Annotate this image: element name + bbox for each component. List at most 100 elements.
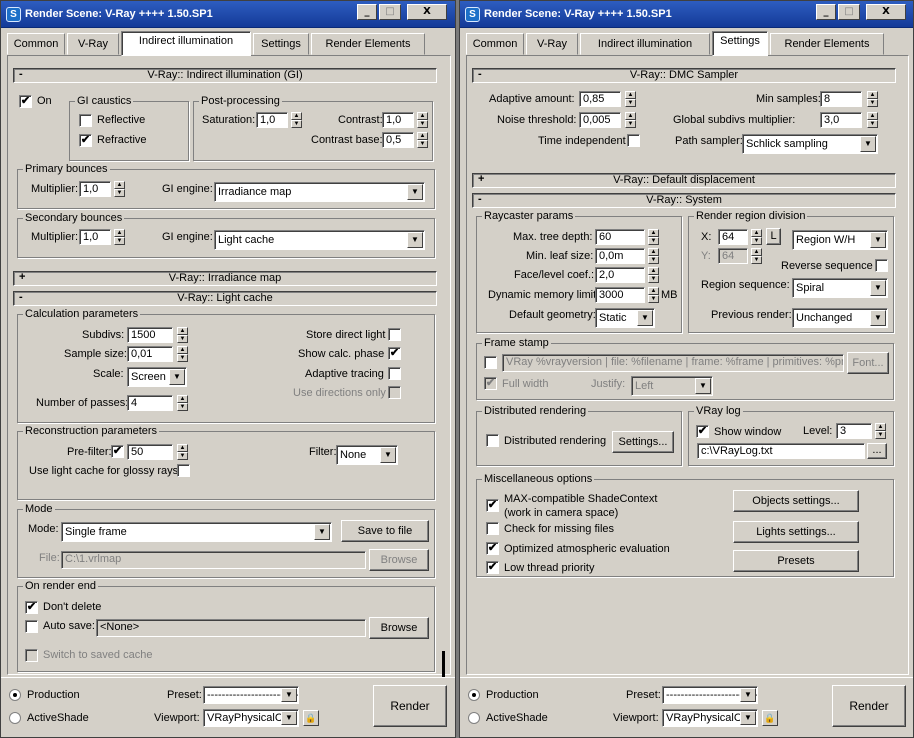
region-x-spinner[interactable]: ▲ ▼ (751, 229, 762, 246)
secondary-multiplier-input[interactable]: 1,0 (79, 229, 111, 245)
previous-render-select[interactable]: Unchanged ▼ (792, 308, 888, 328)
gi-on-checkbox[interactable]: ✔ (19, 95, 32, 108)
log-file-input[interactable]: c:\VRayLog.txt (697, 443, 865, 459)
memory-limit-spinner[interactable]: ▲ ▼ (648, 287, 659, 304)
lock-icon[interactable]: 🔒 (303, 710, 319, 726)
auto-save-checkbox[interactable] (25, 620, 38, 633)
sample-size-spinner[interactable]: ▲ ▼ (177, 346, 188, 363)
saturation-input[interactable]: 1,0 (256, 112, 288, 128)
tab-vray[interactable]: V-Ray (67, 33, 119, 55)
adaptive-tracing-checkbox[interactable] (388, 367, 401, 380)
preset-select[interactable]: ------------------------- ▼ (203, 686, 299, 704)
filter-select[interactable]: None ▼ (336, 445, 398, 465)
low-thread-checkbox[interactable]: ✔ (486, 561, 499, 574)
production-radio[interactable] (468, 689, 480, 701)
frame-stamp-input[interactable]: VRay %vrayversion | file: %filename | fr… (502, 354, 844, 372)
minimize-button[interactable]: _ (816, 4, 836, 20)
show-window-checkbox[interactable]: ✔ (696, 425, 709, 438)
path-sampler-select[interactable]: Schlick sampling ▼ (742, 134, 878, 154)
tab-common[interactable]: Common (466, 33, 524, 55)
primary-multiplier-input[interactable]: 1,0 (79, 181, 111, 197)
distributed-rendering-checkbox[interactable] (486, 434, 499, 447)
irradiance-map-rollout-header[interactable]: + V-Ray:: Irradiance map (13, 271, 437, 286)
primary-multiplier-spinner[interactable]: ▲ ▼ (114, 181, 125, 198)
adaptive-amount-spinner[interactable]: ▲ ▼ (625, 91, 636, 108)
passes-spinner[interactable]: ▲ ▼ (177, 395, 188, 412)
dont-delete-checkbox[interactable]: ✔ (25, 601, 38, 614)
min-samples-input[interactable]: 8 (820, 91, 862, 107)
tab-settings[interactable]: Settings (712, 31, 768, 56)
optimized-atmospheric-checkbox[interactable]: ✔ (486, 542, 499, 555)
subdivs-input[interactable]: 1500 (127, 327, 173, 343)
check-missing-checkbox[interactable] (486, 522, 499, 535)
auto-save-input[interactable]: <None> (96, 619, 366, 637)
tab-render-elements[interactable]: Render Elements (311, 33, 425, 55)
region-sequence-select[interactable]: Spiral ▼ (792, 278, 888, 298)
sample-size-input[interactable]: 0,01 (127, 346, 173, 362)
region-y-spinner[interactable]: ▲ ▼ (751, 248, 762, 265)
maximize-button[interactable]: □ (379, 4, 401, 20)
tab-indirect-illumination[interactable]: Indirect illumination (121, 31, 251, 56)
activeshade-radio[interactable] (9, 712, 21, 724)
adaptive-amount-input[interactable]: 0,85 (579, 91, 621, 107)
max-tree-spinner[interactable]: ▲ ▼ (648, 229, 659, 246)
face-coef-input[interactable]: 2,0 (595, 267, 645, 283)
tab-indirect-illumination[interactable]: Indirect illumination (580, 33, 710, 55)
secondary-multiplier-spinner[interactable]: ▲ ▼ (114, 229, 125, 246)
objects-settings-button[interactable]: Objects settings... (733, 490, 859, 512)
switch-cache-checkbox[interactable] (25, 649, 38, 662)
reverse-sequence-checkbox[interactable] (875, 259, 888, 272)
file-browse-button[interactable]: Browse (369, 549, 429, 571)
max-tree-input[interactable]: 60 (595, 229, 645, 245)
time-independent-checkbox[interactable] (627, 134, 640, 147)
face-coef-spinner[interactable]: ▲ ▼ (648, 267, 659, 284)
render-button[interactable]: Render (832, 685, 906, 727)
production-radio[interactable] (9, 689, 21, 701)
viewport-select[interactable]: VRayPhysicalC ▼ (662, 709, 758, 727)
min-leaf-input[interactable]: 0,0m (595, 248, 645, 264)
justify-select[interactable]: Left ▼ (631, 376, 713, 396)
close-button[interactable]: X (407, 4, 447, 20)
contrast-base-spinner[interactable]: ▲ ▼ (417, 132, 428, 149)
tab-common[interactable]: Common (7, 33, 65, 55)
max-compatible-checkbox[interactable]: ✔ (486, 499, 499, 512)
global-subdivs-input[interactable]: 3,0 (820, 112, 862, 128)
file-input[interactable]: C:\1.vrlmap (61, 551, 366, 569)
tab-settings[interactable]: Settings (253, 33, 309, 55)
activeshade-radio[interactable] (468, 712, 480, 724)
noise-threshold-input[interactable]: 0,005 (579, 112, 621, 128)
noise-threshold-spinner[interactable]: ▲ ▼ (625, 112, 636, 129)
show-calc-checkbox[interactable]: ✔ (388, 347, 401, 360)
primary-gi-engine-select[interactable]: Irradiance map ▼ (214, 182, 425, 202)
log-level-input[interactable]: 3 (836, 423, 872, 439)
passes-input[interactable]: 4 (127, 395, 173, 411)
font-button[interactable]: Font... (847, 352, 889, 374)
glossy-rays-checkbox[interactable] (177, 464, 190, 477)
use-directions-checkbox[interactable] (388, 386, 401, 399)
min-samples-spinner[interactable]: ▲ ▼ (867, 91, 878, 108)
tab-render-elements[interactable]: Render Elements (770, 33, 884, 55)
region-wh-select[interactable]: Region W/H ▼ (792, 230, 888, 250)
store-direct-checkbox[interactable] (388, 328, 401, 341)
refractive-checkbox[interactable]: ✔ (79, 134, 92, 147)
distributed-settings-button[interactable]: Settings... (612, 431, 674, 453)
log-level-spinner[interactable]: ▲ ▼ (875, 423, 886, 440)
global-subdivs-spinner[interactable]: ▲ ▼ (867, 112, 878, 129)
full-width-checkbox[interactable]: ✔ (484, 377, 497, 390)
log-browse-button[interactable]: ... (867, 443, 887, 459)
tab-vray[interactable]: V-Ray (526, 33, 578, 55)
frame-stamp-checkbox[interactable] (484, 356, 497, 369)
gi-rollout-header[interactable]: - V-Ray:: Indirect illumination (GI) (13, 68, 437, 83)
contrast-input[interactable]: 1,0 (382, 112, 414, 128)
lights-settings-button[interactable]: Lights settings... (733, 521, 859, 543)
preset-select[interactable]: ------------------------- ▼ (662, 686, 758, 704)
default-geometry-select[interactable]: Static ▼ (595, 308, 655, 328)
prefilter-spinner[interactable]: ▲ ▼ (177, 444, 188, 461)
mode-select[interactable]: Single frame ▼ (61, 522, 332, 542)
viewport-select[interactable]: VRayPhysicalC ▼ (203, 709, 299, 727)
presets-button[interactable]: Presets (733, 550, 859, 572)
min-leaf-spinner[interactable]: ▲ ▼ (648, 248, 659, 265)
contrast-base-input[interactable]: 0,5 (382, 132, 414, 148)
secondary-gi-engine-select[interactable]: Light cache ▼ (214, 230, 425, 250)
subdivs-spinner[interactable]: ▲ ▼ (177, 327, 188, 344)
